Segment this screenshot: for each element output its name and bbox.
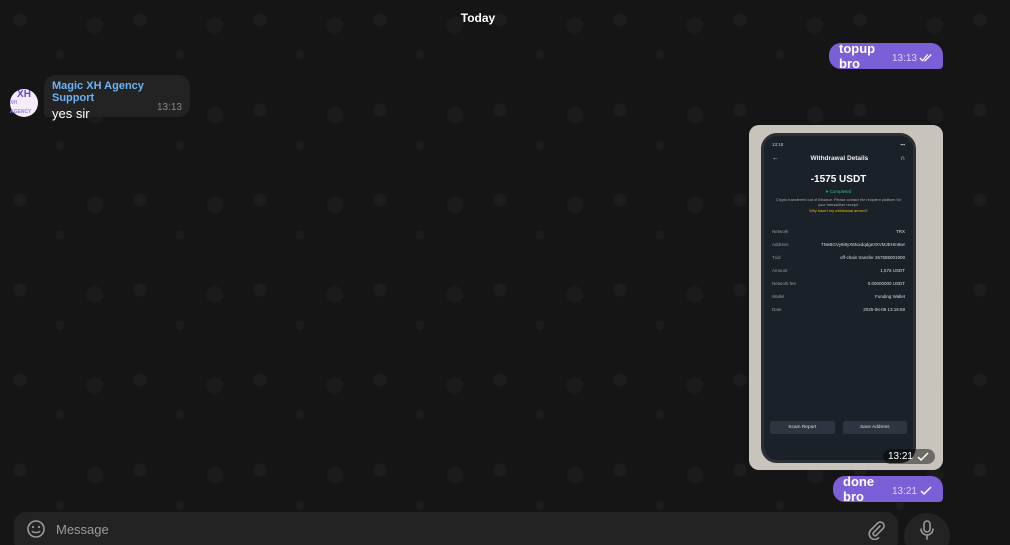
detail-rows: Network TRX Address TNeBGVy6i8yXMoxdqdge3X… xyxy=(772,229,905,312)
detail-row: Date 2025-06-08 13:16:59 xyxy=(772,307,905,312)
headset-icon: ∩ xyxy=(900,155,905,162)
withdrawal-amount: -1575 USDT xyxy=(810,174,867,185)
check-icon xyxy=(917,451,929,461)
message-text: done bro xyxy=(843,474,875,504)
detail-label: Address xyxy=(772,242,789,247)
detail-value: 2025-06-08 13:16:59 xyxy=(863,307,905,312)
detail-label: Txid xyxy=(772,255,781,260)
detail-label: Network xyxy=(772,229,789,234)
detail-value: 1,575 USDT xyxy=(880,268,905,273)
avatar-initials: XH xyxy=(17,88,31,100)
sender-name[interactable]: Magic XH Agency Support xyxy=(52,80,182,104)
message-time: 13:13 xyxy=(891,52,917,64)
detail-row: Network fee 0.00000000 USDT xyxy=(772,281,905,286)
emoji-icon[interactable] xyxy=(26,519,46,539)
message-bubble-outgoing[interactable]: topup bro 13:13 xyxy=(829,41,943,71)
withdrawal-note: Crypto transferred out of Binance. Pleas… xyxy=(776,198,901,207)
detail-row: Txid off-chain transfer 267585001900 xyxy=(772,255,905,260)
phone-status-time: 13:18 xyxy=(772,142,784,147)
photo-time: 13:21 xyxy=(882,449,935,464)
phone-screenshot: 13:18 ▪▪▪ ← Withdrawal Details ∩ -1575 U… xyxy=(761,133,916,463)
save-address-button: Save Address xyxy=(842,421,907,434)
detail-label: Date xyxy=(772,307,782,312)
avatar-subtitle: XH AGENCY xyxy=(10,99,32,115)
phone-title: Withdrawal Details xyxy=(810,155,869,162)
withdrawal-status-text: Completed xyxy=(829,189,852,194)
detail-row: Wallet Funding Wallet xyxy=(772,294,905,299)
phone-buttons: Scam Report Save Address xyxy=(770,421,907,434)
detail-row: Amount 1,575 USDT xyxy=(772,268,905,273)
message-bubble-incoming[interactable]: Magic XH Agency Support yes sir 13:13 xyxy=(44,75,190,121)
withdrawal-help-link: Why hasn't my withdrawal arrived? xyxy=(809,209,868,213)
photo-message[interactable]: 13:18 ▪▪▪ ← Withdrawal Details ∩ -1575 U… xyxy=(749,125,943,470)
message-text: topup bro xyxy=(839,41,876,71)
message-time: 13:21 xyxy=(891,485,917,497)
message-meta: 13:21 xyxy=(892,486,933,497)
detail-label: Network fee xyxy=(772,281,797,286)
detail-label: Wallet xyxy=(772,294,785,299)
phone-status-bar: 13:18 ▪▪▪ xyxy=(772,142,905,147)
detail-row: Network TRX xyxy=(772,229,905,234)
detail-row: Address TNeBGVy6i8yXMoxdqdge3XVMJEHm6wr xyxy=(772,242,905,247)
microphone-icon xyxy=(920,520,934,540)
withdrawal-status: ● Completed xyxy=(825,189,852,194)
detail-value: 0.00000000 USDT xyxy=(867,281,905,286)
message-time: 13:21 xyxy=(887,451,913,462)
back-arrow-icon: ← xyxy=(772,155,779,162)
detail-value: off-chain transfer 267585001900 xyxy=(840,255,905,260)
avatar[interactable]: XH XH AGENCY xyxy=(10,89,38,117)
double-check-icon xyxy=(919,54,932,62)
date-separator: Today xyxy=(460,11,496,25)
check-icon xyxy=(920,486,932,496)
detail-value: TRX xyxy=(896,229,905,234)
scam-report-button: Scam Report xyxy=(770,421,835,434)
message-meta: 13:13 xyxy=(892,53,933,64)
detail-value: TNeBGVy6i8yXMoxdqdge3XVMJEHm6wr xyxy=(820,242,905,247)
message-composer xyxy=(14,512,898,545)
message-bubble-outgoing[interactable]: done bro 13:21 xyxy=(833,474,943,504)
detail-value: Funding Wallet xyxy=(875,294,905,299)
phone-status-icons: ▪▪▪ xyxy=(900,142,905,147)
phone-header: ← Withdrawal Details ∩ xyxy=(772,155,905,162)
message-input[interactable] xyxy=(56,521,866,537)
detail-label: Amount xyxy=(772,268,788,273)
message-time: 13:13 xyxy=(156,102,182,113)
paperclip-icon[interactable] xyxy=(866,520,886,540)
